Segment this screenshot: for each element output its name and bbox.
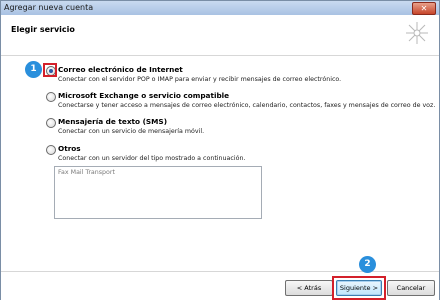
back-button[interactable]: < Atrás <box>285 280 333 296</box>
window-title: Agregar nueva cuenta <box>4 3 94 12</box>
option-label-sms[interactable]: Mensajería de texto (SMS) <box>58 117 167 126</box>
highlight-radio-box <box>43 63 57 77</box>
option-desc-other: Conectar con un servidor del tipo mostra… <box>58 155 246 162</box>
highlight-next-box <box>332 276 386 300</box>
title-bar: Agregar nueva cuenta ✕ <box>1 1 439 15</box>
option-desc-sms: Conectar con un servicio de mensajería m… <box>58 128 205 135</box>
dialog-footer: < Atrás Siguiente > Cancelar <box>1 271 439 300</box>
option-label-other[interactable]: Otros <box>58 144 81 153</box>
radio-other[interactable] <box>46 145 56 155</box>
page-title: Elegir servicio <box>11 25 75 34</box>
sparkle-icon <box>406 22 428 44</box>
dialog-header: Elegir servicio <box>1 15 439 56</box>
radio-exchange[interactable] <box>46 92 56 102</box>
close-icon: ✕ <box>420 4 428 13</box>
option-desc-exchange: Conectarse y tener acceso a mensajes de … <box>58 102 436 109</box>
step-badge-2: 2 <box>359 256 376 273</box>
option-label-internet-email[interactable]: Correo electrónico de Internet <box>58 65 183 74</box>
dialog-body: Correo electrónico de Internet Conectar … <box>1 56 439 271</box>
option-desc-internet-email: Conectar con el servidor POP o IMAP para… <box>58 76 342 83</box>
cancel-button[interactable]: Cancelar <box>387 280 435 296</box>
add-account-dialog: Agregar nueva cuenta ✕ Elegir servicio C… <box>0 0 440 300</box>
option-label-exchange[interactable]: Microsoft Exchange o servicio compatible <box>58 91 229 100</box>
close-button[interactable]: ✕ <box>412 2 436 15</box>
radio-sms[interactable] <box>46 118 56 128</box>
step-badge-1: 1 <box>25 61 42 78</box>
list-item[interactable]: Fax Mail Transport <box>58 169 115 176</box>
other-services-list[interactable]: Fax Mail Transport <box>54 166 262 219</box>
